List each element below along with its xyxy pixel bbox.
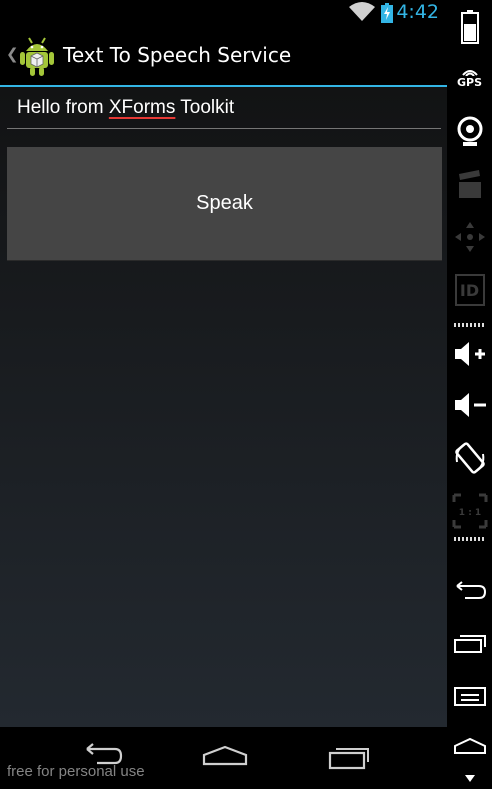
gps-button[interactable]: GPS (447, 66, 492, 89)
panel-scroll-down[interactable] (447, 775, 492, 783)
chevron-left-icon: ❮ (6, 45, 19, 63)
video-icon (458, 170, 481, 198)
battery-charging-icon (381, 3, 393, 23)
rotate-icon (454, 442, 485, 474)
main-content: Hello from XForms Toolkit Speak (0, 87, 447, 727)
side-home-button[interactable] (447, 736, 492, 756)
dpad-button[interactable] (447, 220, 492, 254)
gps-label: GPS (456, 76, 482, 89)
watermark-text: free for personal use (7, 763, 145, 780)
back-icon (455, 581, 486, 599)
rotate-button[interactable] (447, 440, 492, 476)
home-icon[interactable] (201, 741, 249, 771)
action-bar: ❮ Text To Speech Service (0, 25, 447, 87)
camera-icon (457, 116, 482, 146)
side-back-button[interactable] (447, 580, 492, 602)
panel-grip (454, 537, 486, 541)
menu-icon (453, 687, 486, 706)
page-title: Text To Speech Service (63, 43, 292, 67)
side-menu-button[interactable] (447, 686, 492, 706)
status-time: 4:42 (396, 1, 439, 23)
device-screen: 4:42 ❮ Text To Speech Service Hello from… (0, 0, 447, 789)
status-bar: 4:42 (0, 0, 447, 25)
side-recents-button[interactable] (447, 632, 492, 654)
recents-icon (453, 635, 486, 653)
navigation-bar: free for personal use (0, 727, 447, 789)
wifi-icon (461, 70, 478, 76)
speech-text-input[interactable] (7, 93, 441, 129)
battery-icon (460, 10, 479, 44)
chevron-down-icon (464, 775, 475, 782)
volume-down-button[interactable] (447, 391, 492, 419)
speak-button[interactable]: Speak (7, 147, 442, 261)
action-bar-home[interactable]: ❮ (0, 25, 60, 85)
volume-up-icon (454, 342, 485, 366)
id-icon: ID (454, 274, 485, 306)
id-label: ID (459, 280, 480, 300)
camera-button[interactable] (447, 116, 492, 148)
recents-icon[interactable] (327, 741, 373, 771)
video-button[interactable] (447, 170, 492, 200)
scale-label: 1 : 1 (458, 508, 480, 518)
emulator-control-panel: GPS ID 1: 1 (447, 0, 492, 789)
battery-button[interactable] (447, 10, 492, 44)
scale-icon: 1 : 1 (452, 493, 487, 529)
home-icon (453, 737, 486, 754)
android-icon (20, 37, 54, 76)
panel-grip (454, 323, 486, 327)
volume-down-icon (454, 393, 486, 417)
id-button[interactable]: ID (447, 274, 492, 306)
volume-up-button[interactable] (447, 340, 492, 368)
wifi-icon (349, 2, 375, 21)
dpad-icon (454, 222, 485, 252)
scale-button[interactable]: 1 : 1 (447, 493, 492, 529)
